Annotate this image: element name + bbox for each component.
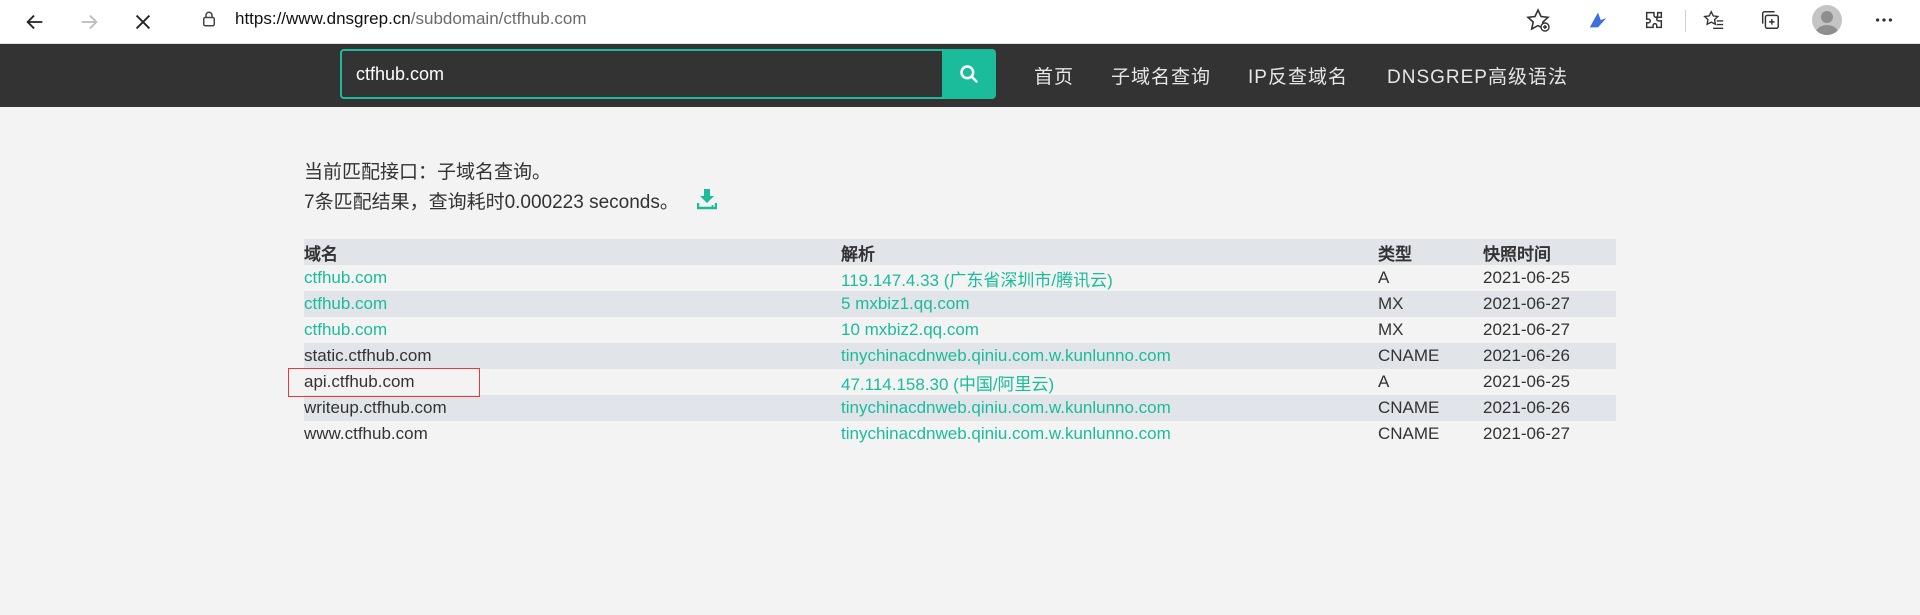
collections-icon[interactable] [1756, 6, 1784, 34]
nav-subdomain-query[interactable]: 子域名查询 [1111, 62, 1211, 89]
close-icon [135, 14, 151, 29]
add-favorite-icon[interactable] [1526, 8, 1550, 32]
record-cell[interactable]: tinychinacdnweb.qiniu.com.w.kunlunno.com [841, 343, 1378, 369]
search-form [340, 49, 996, 99]
domain-cell: writeup.ctfhub.com [304, 398, 447, 417]
forward-button[interactable] [62, 0, 116, 43]
search-input[interactable] [340, 49, 942, 99]
domain-cell[interactable]: ctfhub.com [304, 265, 841, 291]
favorites-icon[interactable] [1700, 6, 1728, 34]
header-snapshot-time: 快照时间 [1483, 244, 1551, 264]
type-cell: CNAME [1378, 346, 1440, 365]
domain-cell[interactable]: ctfhub.com [304, 317, 841, 343]
type-cell: MX [1378, 294, 1404, 313]
time-cell: 2021-06-26 [1483, 346, 1570, 365]
time-cell: 2021-06-27 [1483, 294, 1570, 313]
type-cell: MX [1378, 320, 1404, 339]
table-row: ctfhub.com 5 mxbiz1.qq.com MX 2021-06-27 [304, 291, 1616, 317]
time-cell: 2021-06-25 [1483, 372, 1570, 391]
table-header-row: 域名 解析 类型 快照时间 [304, 239, 1616, 265]
nav-home[interactable]: 首页 [1034, 62, 1074, 89]
header-domain: 域名 [304, 244, 338, 264]
record-cell[interactable]: tinychinacdnweb.qiniu.com.w.kunlunno.com [841, 421, 1378, 447]
table-row: ctfhub.com 119.147.4.33 (广东省深圳市/腾讯云) A 2… [304, 265, 1616, 291]
back-button[interactable] [8, 0, 62, 43]
red-highlight-box [288, 368, 480, 397]
type-cell: A [1378, 268, 1390, 287]
result-count-text: 7条匹配结果，查询耗时0.000223 seconds。 [304, 192, 679, 213]
profile-avatar[interactable] [1812, 5, 1842, 35]
time-cell: 2021-06-26 [1483, 398, 1570, 417]
table-row: ctfhub.com 10 mxbiz2.qq.com MX 2021-06-2… [304, 317, 1616, 343]
match-interface-text: 当前匹配接口：子域名查询。 [304, 162, 552, 183]
record-cell[interactable]: 119.147.4.33 (广东省深圳市/腾讯云) [841, 265, 1378, 291]
more-options-icon[interactable] [1870, 6, 1898, 34]
search-button[interactable] [942, 49, 996, 99]
url-host: https://www.dnsgrep.cn [235, 9, 411, 28]
record-cell[interactable]: 10 mxbiz2.qq.com [841, 317, 1378, 343]
search-icon [960, 65, 978, 83]
time-cell: 2021-06-27 [1483, 320, 1570, 339]
record-cell[interactable]: tinychinacdnweb.qiniu.com.w.kunlunno.com [841, 395, 1378, 421]
header-record: 解析 [841, 244, 875, 264]
url-path: /subdomain/ctfhub.com [410, 9, 587, 28]
extension-icon[interactable] [1584, 6, 1612, 34]
table-row: static.ctfhub.com tinychinacdnweb.qiniu.… [304, 343, 1616, 369]
nav-advanced-syntax[interactable]: DNSGREP高级语法 [1387, 62, 1568, 89]
download-icon[interactable] [697, 188, 717, 210]
nav-ip-reverse[interactable]: IP反查域名 [1248, 62, 1348, 89]
domain-cell: www.ctfhub.com [304, 424, 428, 443]
extensions-puzzle-icon[interactable] [1640, 6, 1668, 34]
toolbar-divider [1685, 10, 1686, 32]
lock-icon [203, 11, 215, 27]
domain-cell: static.ctfhub.com [304, 346, 432, 365]
time-cell: 2021-06-25 [1483, 268, 1570, 287]
site-header: 首页 子域名查询 IP反查域名 DNSGREP高级语法 [0, 44, 1920, 107]
browser-toolbar: https://www.dnsgrep.cn/subdomain/ctfhub.… [0, 0, 1920, 44]
table-row: writeup.ctfhub.com tinychinacdnweb.qiniu… [304, 395, 1616, 421]
forward-arrow-icon [81, 14, 98, 29]
type-cell: CNAME [1378, 398, 1440, 417]
url-text: https://www.dnsgrep.cn/subdomain/ctfhub.… [235, 9, 587, 29]
record-cell[interactable]: 5 mxbiz1.qq.com [841, 291, 1378, 317]
table-row: api.ctfhub.com 47.114.158.30 (中国/阿里云) A … [304, 369, 1616, 395]
table-row: www.ctfhub.com tinychinacdnweb.qiniu.com… [304, 421, 1616, 447]
record-cell[interactable]: 47.114.158.30 (中国/阿里云) [841, 369, 1378, 395]
type-cell: CNAME [1378, 424, 1440, 443]
header-type: 类型 [1378, 244, 1412, 264]
address-bar[interactable]: https://www.dnsgrep.cn/subdomain/ctfhub.… [180, 1, 1540, 37]
stop-loading-button[interactable] [116, 0, 170, 43]
results-table: 域名 解析 类型 快照时间 ctfhub.com 119.147.4.33 (广… [304, 239, 1616, 447]
back-arrow-icon [26, 14, 43, 29]
type-cell: A [1378, 372, 1390, 391]
time-cell: 2021-06-27 [1483, 424, 1570, 443]
domain-cell[interactable]: ctfhub.com [304, 291, 841, 317]
